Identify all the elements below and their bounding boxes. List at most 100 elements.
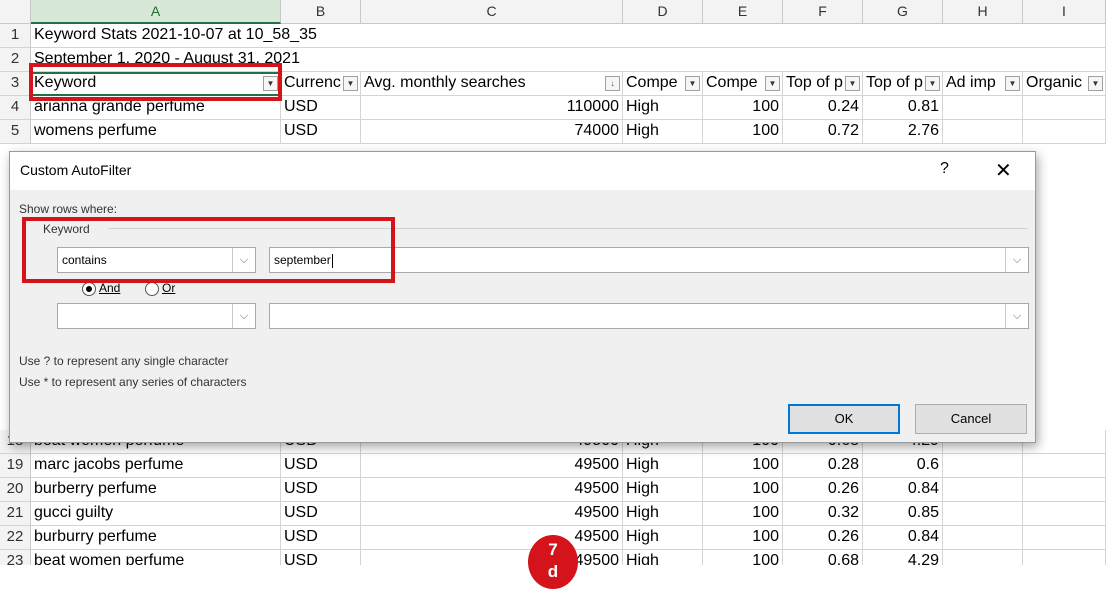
cell-currency[interactable]: USD: [281, 502, 361, 526]
column-header-a[interactable]: A: [31, 0, 281, 24]
empty-cell[interactable]: [1023, 502, 1106, 526]
filter-dropdown-icon[interactable]: ▼: [1005, 76, 1020, 91]
cell-competition[interactable]: High: [623, 550, 703, 565]
cell-top-of-page-high[interactable]: 0.85: [863, 502, 943, 526]
cell-competition-index[interactable]: 100: [703, 96, 783, 120]
row-header[interactable]: 19: [0, 454, 31, 478]
empty-cell[interactable]: [1023, 526, 1106, 550]
cell-top-of-page-low[interactable]: 0.32: [783, 502, 863, 526]
column-header-i[interactable]: I: [1023, 0, 1106, 24]
empty-cell[interactable]: [943, 454, 1023, 478]
cell-top-of-page-low[interactable]: 0.68: [783, 550, 863, 565]
chevron-down-icon[interactable]: ⌵: [1005, 248, 1028, 272]
cell-competition[interactable]: High: [623, 120, 703, 144]
cell-top-of-page-high[interactable]: 0.84: [863, 478, 943, 502]
cell-top-of-page-low[interactable]: 0.72: [783, 120, 863, 144]
empty-cell[interactable]: [1023, 454, 1106, 478]
cell-top-of-page-high[interactable]: 0.81: [863, 96, 943, 120]
header-cell-top-of-page-high[interactable]: Top of p ▼: [863, 72, 943, 96]
empty-cell[interactable]: [1023, 478, 1106, 502]
select-all-corner[interactable]: [0, 0, 31, 24]
cell-avg-monthly-searches[interactable]: 49500: [361, 478, 623, 502]
sort-descending-filter-icon[interactable]: ↓: [605, 76, 620, 91]
cell-competition-index[interactable]: 100: [703, 550, 783, 565]
header-cell-competition[interactable]: Compe ▼: [623, 72, 703, 96]
close-icon[interactable]: ✕: [995, 158, 1012, 183]
row-header[interactable]: 23: [0, 550, 31, 565]
empty-cell[interactable]: [361, 24, 1106, 48]
empty-cell[interactable]: [943, 502, 1023, 526]
filter-dropdown-icon[interactable]: ▼: [343, 76, 358, 91]
column-header-e[interactable]: E: [703, 0, 783, 24]
cell-avg-monthly-searches[interactable]: 49500: [361, 526, 623, 550]
cell-competition[interactable]: High: [623, 96, 703, 120]
cell-keyword[interactable]: gucci guilty: [31, 502, 281, 526]
cell-keyword[interactable]: womens perfume: [31, 120, 281, 144]
cell-top-of-page-high[interactable]: 2.76: [863, 120, 943, 144]
cell-avg-monthly-searches[interactable]: 49500: [361, 550, 623, 565]
cell-top-of-page-high[interactable]: 0.6: [863, 454, 943, 478]
cell-competition-index[interactable]: 100: [703, 120, 783, 144]
cell-top-of-page-low[interactable]: 0.28: [783, 454, 863, 478]
cell-avg-monthly-searches[interactable]: 49500: [361, 454, 623, 478]
cell-competition[interactable]: High: [623, 526, 703, 550]
chevron-down-icon[interactable]: ⌵: [232, 304, 255, 328]
cell-top-of-page-low[interactable]: 0.26: [783, 478, 863, 502]
empty-cell[interactable]: [361, 48, 1106, 72]
cell-currency[interactable]: USD: [281, 478, 361, 502]
column-header-c[interactable]: C: [361, 0, 623, 24]
cell-keyword[interactable]: beat women perfume: [31, 550, 281, 565]
column-header-f[interactable]: F: [783, 0, 863, 24]
empty-cell[interactable]: [1023, 120, 1106, 144]
cell-competition-index[interactable]: 100: [703, 526, 783, 550]
cell-competition[interactable]: High: [623, 454, 703, 478]
chevron-down-icon[interactable]: ⌵: [1005, 304, 1028, 328]
cell-competition-index[interactable]: 100: [703, 454, 783, 478]
header-cell-ad-impression[interactable]: Ad imp ▼: [943, 72, 1023, 96]
empty-cell[interactable]: [1023, 550, 1106, 565]
cell-competition-index[interactable]: 100: [703, 478, 783, 502]
row-header[interactable]: 3: [0, 72, 31, 96]
column-header-g[interactable]: G: [863, 0, 943, 24]
filter-dropdown-icon[interactable]: ▼: [765, 76, 780, 91]
header-cell-organic[interactable]: Organic ▼: [1023, 72, 1106, 96]
row-header[interactable]: 1: [0, 24, 31, 48]
filter-dropdown-icon[interactable]: ▼: [685, 76, 700, 91]
filter-dropdown-icon[interactable]: ▼: [925, 76, 940, 91]
cell-keyword[interactable]: burburry perfume: [31, 526, 281, 550]
cell-currency[interactable]: USD: [281, 120, 361, 144]
empty-cell[interactable]: [943, 96, 1023, 120]
cell-competition[interactable]: High: [623, 502, 703, 526]
cancel-button[interactable]: Cancel: [915, 404, 1027, 434]
cell-top-of-page-low[interactable]: 0.24: [783, 96, 863, 120]
help-icon[interactable]: ?: [940, 160, 949, 178]
row-header[interactable]: 21: [0, 502, 31, 526]
cell-avg-monthly-searches[interactable]: 49500: [361, 502, 623, 526]
cell-currency[interactable]: USD: [281, 96, 361, 120]
cell-competition[interactable]: High: [623, 478, 703, 502]
empty-cell[interactable]: [943, 550, 1023, 565]
cell-competition-index[interactable]: 100: [703, 502, 783, 526]
cell-avg-monthly-searches[interactable]: 74000: [361, 120, 623, 144]
row-header[interactable]: 20: [0, 478, 31, 502]
filter-dropdown-icon[interactable]: ▼: [845, 76, 860, 91]
cell-currency[interactable]: USD: [281, 526, 361, 550]
empty-cell[interactable]: [943, 120, 1023, 144]
radio-and[interactable]: And: [82, 281, 120, 296]
header-cell-avg-monthly-searches[interactable]: Avg. monthly searches ↓: [361, 72, 623, 96]
cell-top-of-page-high[interactable]: 0.84: [863, 526, 943, 550]
cell-currency[interactable]: USD: [281, 550, 361, 565]
value-input-2[interactable]: ⌵: [269, 303, 1029, 329]
radio-or[interactable]: Or: [145, 281, 175, 296]
cell-keyword[interactable]: burberry perfume: [31, 478, 281, 502]
operator-select-2[interactable]: ⌵: [57, 303, 256, 329]
column-header-b[interactable]: B: [281, 0, 361, 24]
row-header[interactable]: 4: [0, 96, 31, 120]
cell-keyword[interactable]: marc jacobs perfume: [31, 454, 281, 478]
ok-button[interactable]: OK: [788, 404, 900, 434]
title-cell[interactable]: Keyword Stats 2021-10-07 at 10_58_35: [31, 24, 361, 48]
cell-avg-monthly-searches[interactable]: 110000: [361, 96, 623, 120]
empty-cell[interactable]: [943, 478, 1023, 502]
header-cell-top-of-page-low[interactable]: Top of p ▼: [783, 72, 863, 96]
cell-top-of-page-low[interactable]: 0.26: [783, 526, 863, 550]
